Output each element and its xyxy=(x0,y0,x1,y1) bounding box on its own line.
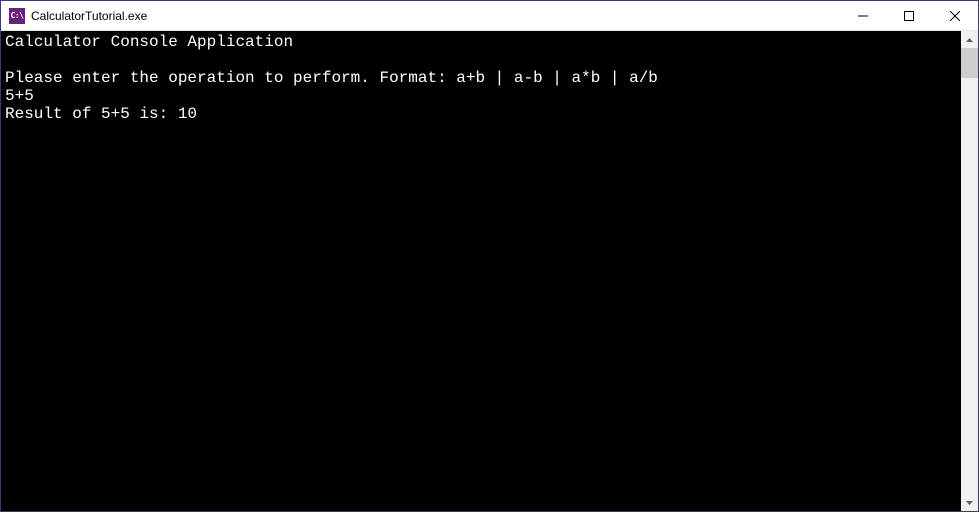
maximize-icon xyxy=(904,11,914,21)
window-controls xyxy=(840,1,978,30)
console-line: Result of 5+5 is: 10 xyxy=(5,105,961,123)
close-button[interactable] xyxy=(932,1,978,30)
chevron-up-icon xyxy=(966,38,973,42)
app-icon: C:\ xyxy=(9,8,25,24)
minimize-icon xyxy=(858,11,868,21)
console-line: 5+5 xyxy=(5,87,961,105)
console-line: Please enter the operation to perform. F… xyxy=(5,69,961,87)
scrollbar-thumb[interactable] xyxy=(961,48,978,78)
console-output[interactable]: Calculator Console Application Please ent… xyxy=(1,31,961,511)
chevron-down-icon xyxy=(966,501,973,505)
minimize-button[interactable] xyxy=(840,1,886,30)
console-area: Calculator Console Application Please ent… xyxy=(1,31,978,511)
close-icon xyxy=(950,11,960,21)
window-title: CalculatorTutorial.exe xyxy=(31,1,840,31)
scroll-up-button[interactable] xyxy=(961,31,978,48)
scrollbar-track[interactable] xyxy=(961,48,978,494)
maximize-button[interactable] xyxy=(886,1,932,30)
console-line: Calculator Console Application xyxy=(5,33,961,51)
vertical-scrollbar[interactable] xyxy=(961,31,978,511)
console-line xyxy=(5,51,961,69)
window-titlebar: C:\ CalculatorTutorial.exe xyxy=(1,1,978,31)
scroll-down-button[interactable] xyxy=(961,494,978,511)
